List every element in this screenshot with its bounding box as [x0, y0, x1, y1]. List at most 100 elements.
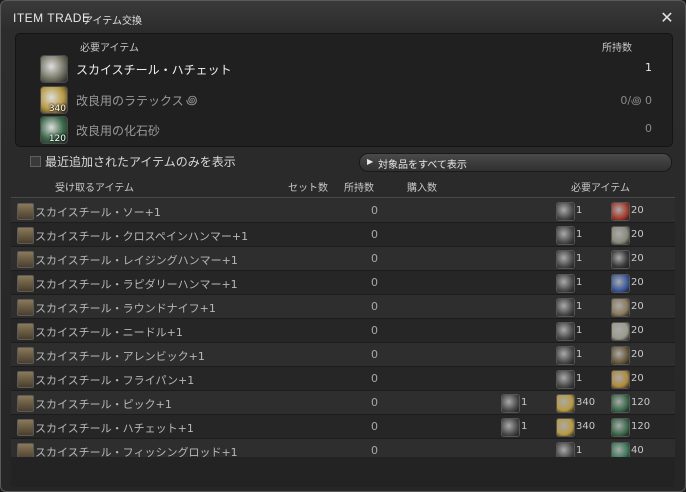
receive-item-name: スカイスチール・ピック+1	[35, 398, 172, 411]
required-item-owned: 1	[645, 61, 652, 74]
recent-only-checkbox[interactable]	[30, 156, 41, 167]
cost-quantity: 20	[631, 205, 644, 216]
recent-only-label[interactable]: 最近追加されたアイテムのみを表示	[45, 153, 236, 170]
fossil-sand-icon[interactable]: 120	[40, 116, 68, 144]
cost-quantity: 340	[576, 397, 596, 408]
tool-icon	[17, 395, 34, 412]
table-row[interactable]: スカイスチール・ラウンドナイフ+1 0 1 20	[11, 295, 675, 319]
cost-quantity: 1	[576, 373, 583, 384]
owned-count: 0	[371, 300, 378, 313]
receive-item-name: スカイスチール・ハチェット+1	[35, 422, 194, 435]
receive-item-name: スカイスチール・ニードル+1	[35, 326, 183, 339]
tool-icon	[17, 419, 34, 436]
required-item[interactable]: 340 改良用のラテックス ꩜ 0/꩜ 0	[40, 86, 660, 114]
col-buy: 購入数	[407, 183, 437, 194]
table-divider	[11, 197, 675, 198]
table-row[interactable]: スカイスチール・ハチェット+1 0 1 340 120	[11, 415, 675, 439]
wood-icon	[611, 346, 630, 365]
receive-item-name: スカイスチール・フライパン+1	[35, 374, 195, 387]
owned-header: 所持数	[602, 43, 632, 54]
table-row[interactable]: スカイスチール・ピック+1 0 1 340 120	[11, 391, 675, 415]
cost-quantity: 120	[631, 397, 651, 408]
show-all-button[interactable]: ▶ 対象品をすべて表示	[359, 153, 672, 172]
fossil-sand-icon	[611, 394, 630, 413]
leather-icon	[611, 298, 630, 317]
table-row[interactable]: スカイスチール・ニードル+1 0 1 20	[11, 319, 675, 343]
cost-quantity: 1	[576, 325, 583, 336]
dark-material-icon	[611, 250, 630, 269]
table-row[interactable]: スカイスチール・レイジングハンマー+1 0 1 20	[11, 247, 675, 271]
owned-count: 0	[371, 348, 378, 361]
item-trade-window: ITEM TRADE アイテム交換 ✕ 必要アイテム 所持数 スカイスチール・ハ…	[0, 0, 686, 492]
cost-quantity: 20	[631, 253, 644, 264]
table-row[interactable]: スカイスチール・クロスペインハンマー+1 0 1 20	[11, 223, 675, 247]
cost-quantity: 1	[576, 445, 583, 456]
tool-icon	[17, 347, 34, 364]
alembic-icon	[556, 346, 575, 365]
needle-icon	[556, 322, 575, 341]
blue-crystal-icon	[611, 274, 630, 293]
tool-icon	[17, 371, 34, 388]
cost-quantity: 40	[631, 445, 644, 456]
cost-quantity: 1	[576, 349, 583, 360]
required-item-name: スカイスチール・ハチェット	[76, 63, 232, 77]
required-item[interactable]: スカイスチール・ハチェット 1	[40, 55, 660, 83]
hatchet-icon	[556, 226, 575, 245]
table-row[interactable]: スカイスチール・ラピダリーハンマー+1 0 1 20	[11, 271, 675, 295]
cost-quantity: 20	[631, 373, 644, 384]
owned-count: 0	[371, 372, 378, 385]
hatchet-icon	[556, 274, 575, 293]
latex-icon	[556, 418, 575, 437]
ore-icon	[611, 226, 630, 245]
receive-item-name: スカイスチール・ラウンドナイフ+1	[35, 302, 216, 315]
receive-item-name: スカイスチール・アレンビック+1	[35, 350, 205, 363]
required-item[interactable]: 120 改良用の化石砂 0	[40, 116, 660, 144]
owned-count: 0	[371, 276, 378, 289]
cost-quantity: 120	[631, 421, 651, 432]
crossed-tools-icon[interactable]: ✕	[657, 8, 677, 28]
tool-icon	[17, 203, 34, 220]
table-row[interactable]: スカイスチール・フライパン+1 0 1 20	[11, 367, 675, 391]
receive-item-name: スカイスチール・ソー+1	[35, 206, 161, 219]
cost-quantity: 1	[521, 421, 528, 432]
cost-quantity: 20	[631, 229, 644, 240]
receive-item-name: スカイスチール・クロスペインハンマー+1	[35, 230, 249, 243]
owned-count: 0	[371, 444, 378, 457]
required-items-panel: 必要アイテム 所持数 スカイスチール・ハチェット 1 340 改良用のラテックス ꩜ 0/…	[15, 33, 673, 147]
icon-quantity: 120	[48, 134, 66, 144]
table-row[interactable]: スカイスチール・ソー+1 0 1 20	[11, 199, 675, 223]
tool-icon	[17, 299, 34, 316]
cost-quantity: 1	[576, 277, 583, 288]
hatchet-icon	[556, 202, 575, 221]
cost-quantity: 20	[631, 325, 644, 336]
show-all-label: 対象品をすべて表示	[378, 160, 467, 171]
collectable-icon: ꩜	[186, 93, 198, 107]
cost-quantity: 20	[631, 301, 644, 312]
latex-icon[interactable]: 340	[40, 86, 68, 114]
window-title: ITEM TRADE	[13, 11, 91, 25]
owned-count: 0	[371, 420, 378, 433]
receive-item-name: スカイスチール・ラピダリーハンマー+1	[35, 278, 238, 291]
col-sets: セット数	[288, 183, 328, 194]
hatchet-icon[interactable]	[40, 55, 68, 83]
red-material-icon	[611, 202, 630, 221]
required-items-header: 必要アイテム	[80, 43, 139, 54]
play-arrow-icon: ▶	[367, 157, 374, 166]
cost-quantity: 20	[631, 349, 644, 360]
fossil-sand-icon	[611, 418, 630, 437]
list-bottom-area	[11, 457, 675, 487]
title-bar[interactable]: ITEM TRADE アイテム交換 ✕	[1, 1, 685, 31]
owned-count: 0	[371, 204, 378, 217]
tool-icon	[17, 227, 34, 244]
required-item-name: 改良用のラテックス	[76, 94, 184, 108]
table-row[interactable]: スカイスチール・アレンビック+1 0 1 20	[11, 343, 675, 367]
trade-list: スカイスチール・ソー+1 0 1 20 スカイスチール・クロスペインハンマー+1 0 1 20…	[11, 199, 675, 463]
owned-count: 0	[371, 324, 378, 337]
required-item-owned: 0	[645, 122, 652, 135]
table-header: 受け取るアイテム セット数 所持数 購入数 必要アイテム	[11, 177, 675, 197]
receive-item-name: スカイスチール・レイジングハンマー+1	[35, 254, 238, 267]
cost-quantity: 1	[521, 397, 528, 408]
tool-icon	[17, 251, 34, 268]
latex-icon	[556, 394, 575, 413]
cost-quantity: 1	[576, 301, 583, 312]
